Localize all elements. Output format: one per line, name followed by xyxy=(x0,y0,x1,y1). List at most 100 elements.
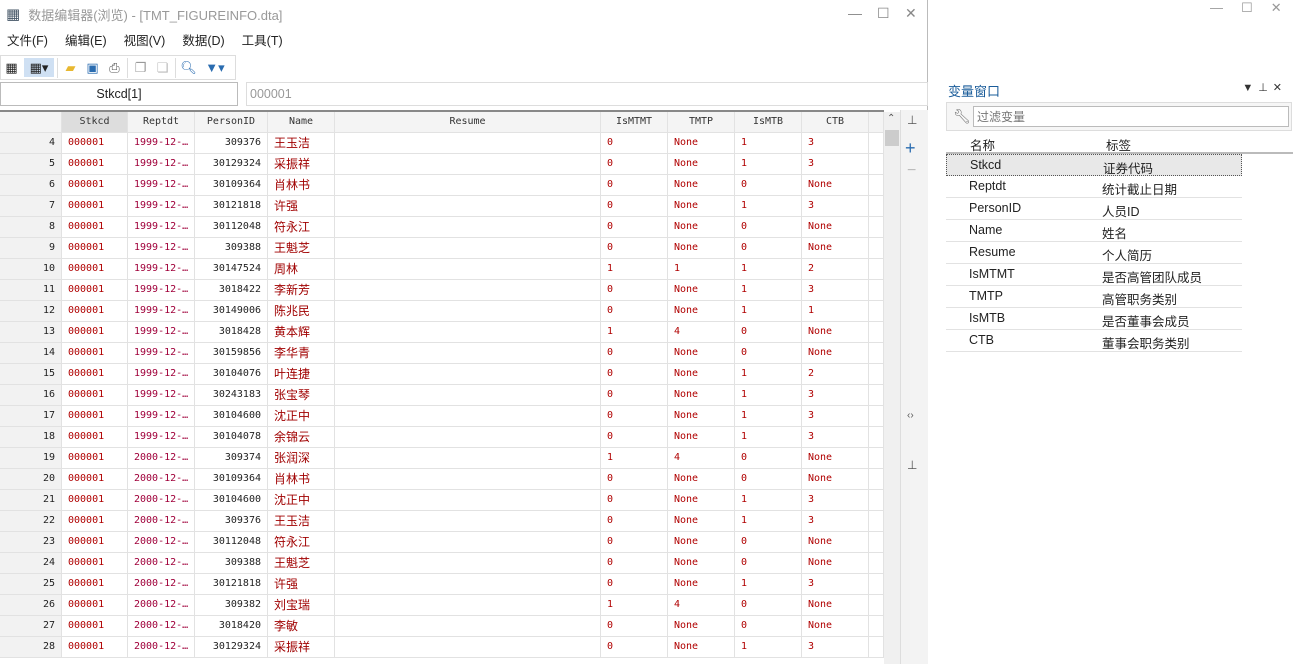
cell-ctb[interactable]: None xyxy=(802,448,869,468)
cell-tmtp[interactable]: None xyxy=(668,196,735,216)
cell-tmtp[interactable]: None xyxy=(668,364,735,384)
cell-stkcd[interactable]: 000001 xyxy=(62,490,128,510)
cell-ismtmt[interactable]: 0 xyxy=(601,637,668,657)
row-number[interactable]: 11 xyxy=(0,280,62,300)
cell-resume[interactable] xyxy=(335,553,601,573)
cell-ctb[interactable]: 2 xyxy=(802,259,869,279)
scroll-thumb[interactable] xyxy=(885,130,899,146)
cell-ismtmt[interactable]: 0 xyxy=(601,301,668,321)
cell-ismtmt[interactable]: 0 xyxy=(601,280,668,300)
table-row[interactable]: 11 000001 1999-12-… 3018422 李新芳 0 None 1 3 xyxy=(0,280,884,301)
cell-stkcd[interactable]: 000001 xyxy=(62,154,128,174)
cell-personid[interactable]: 309376 xyxy=(195,511,268,531)
cell-personid[interactable]: 309388 xyxy=(195,553,268,573)
cell-reptdt[interactable]: 1999-12-… xyxy=(128,427,195,447)
cell-resume[interactable] xyxy=(335,385,601,405)
cell-resume[interactable] xyxy=(335,469,601,489)
cell-stkcd[interactable]: 000001 xyxy=(62,532,128,552)
cell-ismtb[interactable]: 1 xyxy=(735,154,802,174)
cell-ctb[interactable]: None xyxy=(802,532,869,552)
cell-reptdt[interactable]: 1999-12-… xyxy=(128,301,195,321)
cell-name[interactable]: 张宝琴 xyxy=(268,385,335,405)
cell-ismtmt[interactable]: 1 xyxy=(601,322,668,342)
cell-tmtp[interactable]: None xyxy=(668,154,735,174)
menu-edit[interactable]: 编辑(E) xyxy=(65,30,107,52)
table-row[interactable]: 20 000001 2000-12-… 30109364 肖林书 0 None 0 None xyxy=(0,469,884,490)
cell-stkcd[interactable]: 000001 xyxy=(62,616,128,636)
vertical-scrollbar[interactable]: ⌃ xyxy=(884,112,900,664)
cell-name[interactable]: 符永江 xyxy=(268,217,335,237)
cell-reptdt[interactable]: 1999-12-… xyxy=(128,154,195,174)
cell-ismtmt[interactable]: 0 xyxy=(601,343,668,363)
cell-personid[interactable]: 30104600 xyxy=(195,490,268,510)
cell-personid[interactable]: 3018428 xyxy=(195,322,268,342)
cell-ctb[interactable]: 3 xyxy=(802,154,869,174)
row-number[interactable]: 10 xyxy=(0,259,62,279)
cell-stkcd[interactable]: 000001 xyxy=(62,637,128,657)
row-number[interactable]: 13 xyxy=(0,322,62,342)
cell-ismtb[interactable]: 0 xyxy=(735,532,802,552)
cell-resume[interactable] xyxy=(335,616,601,636)
cell-name[interactable]: 李华青 xyxy=(268,343,335,363)
col-header-personid[interactable]: PersonID xyxy=(195,112,268,132)
cell-reptdt[interactable]: 1999-12-… xyxy=(128,385,195,405)
cell-ismtb[interactable]: 1 xyxy=(735,133,802,153)
cell-ismtb[interactable]: 1 xyxy=(735,574,802,594)
table-row[interactable]: 6 000001 1999-12-… 30109364 肖林书 0 None 0 None xyxy=(0,175,884,196)
cell-ismtb[interactable]: 0 xyxy=(735,322,802,342)
cell-tmtp[interactable]: None xyxy=(668,175,735,195)
variable-item[interactable]: TMTP 高管职务类别 xyxy=(946,286,1242,308)
cell-ctb[interactable]: None xyxy=(802,322,869,342)
table-row[interactable]: 10 000001 1999-12-… 30147524 周林 1 1 1 2 xyxy=(0,259,884,280)
cell-ctb[interactable]: 3 xyxy=(802,280,869,300)
row-number[interactable]: 17 xyxy=(0,406,62,426)
cell-resume[interactable] xyxy=(335,574,601,594)
panel-buttons[interactable]: ▼⊥✕ xyxy=(1242,81,1287,94)
col-header-stkcd[interactable]: Stkcd xyxy=(62,112,128,132)
cell-ismtb[interactable]: 1 xyxy=(735,259,802,279)
cell-tmtp[interactable]: None xyxy=(668,133,735,153)
cell-ctb[interactable]: None xyxy=(802,595,869,615)
cell-name[interactable]: 张润深 xyxy=(268,448,335,468)
table-row[interactable]: 4 000001 1999-12-… 309376 王玉洁 0 None 1 3 xyxy=(0,133,884,154)
cell-ismtb[interactable]: 1 xyxy=(735,280,802,300)
cell-ctb[interactable]: 3 xyxy=(802,574,869,594)
filter-variables-input[interactable] xyxy=(973,106,1289,127)
table-row[interactable]: 28 000001 2000-12-… 30129324 采振祥 0 None 1 3 xyxy=(0,637,884,658)
cell-personid[interactable]: 3018422 xyxy=(195,280,268,300)
table-row[interactable]: 18 000001 1999-12-… 30104078 余锦云 0 None 1 3 xyxy=(0,427,884,448)
row-number[interactable]: 22 xyxy=(0,511,62,531)
cell-ctb[interactable]: None xyxy=(802,238,869,258)
table-row[interactable]: 15 000001 1999-12-… 30104076 叶连捷 0 None 1 2 xyxy=(0,364,884,385)
cell-stkcd[interactable]: 000001 xyxy=(62,280,128,300)
cell-tmtp[interactable]: None xyxy=(668,574,735,594)
row-number[interactable]: 15 xyxy=(0,364,62,384)
row-number[interactable]: 24 xyxy=(0,553,62,573)
col-name-header[interactable]: 名称 xyxy=(970,135,995,154)
cell-name[interactable]: 符永江 xyxy=(268,532,335,552)
cell-name[interactable]: 王魁芝 xyxy=(268,553,335,573)
cell-resume[interactable] xyxy=(335,238,601,258)
cell-tmtp[interactable]: None xyxy=(668,532,735,552)
cell-ismtb[interactable]: 1 xyxy=(735,196,802,216)
cell-reptdt[interactable]: 1999-12-… xyxy=(128,196,195,216)
cell-reptdt[interactable]: 1999-12-… xyxy=(128,217,195,237)
row-number[interactable]: 14 xyxy=(0,343,62,363)
table-row[interactable]: 21 000001 2000-12-… 30104600 沈正中 0 None 1 3 xyxy=(0,490,884,511)
table-row[interactable]: 22 000001 2000-12-… 309376 王玉洁 0 None 1 3 xyxy=(0,511,884,532)
cell-reptdt[interactable]: 1999-12-… xyxy=(128,259,195,279)
cell-name[interactable]: 李敏 xyxy=(268,616,335,636)
menu-tools[interactable]: 工具(T) xyxy=(242,30,283,52)
table-row[interactable]: 25 000001 2000-12-… 30121818 许强 0 None 1 3 xyxy=(0,574,884,595)
paste-icon[interactable]: ❏ xyxy=(153,58,172,77)
cell-reptdt[interactable]: 2000-12-… xyxy=(128,574,195,594)
cell-resume[interactable] xyxy=(335,196,601,216)
cell-personid[interactable]: 30109364 xyxy=(195,175,268,195)
cell-name[interactable]: 采振祥 xyxy=(268,637,335,657)
browse-mode-icon[interactable]: ▦▾ xyxy=(24,58,54,77)
cell-personid[interactable]: 309382 xyxy=(195,595,268,615)
cell-ctb[interactable]: 3 xyxy=(802,385,869,405)
table-row[interactable]: 13 000001 1999-12-… 3018428 黄本辉 1 4 0 None xyxy=(0,322,884,343)
variable-item[interactable]: Resume 个人简历 xyxy=(946,242,1242,264)
cell-ctb[interactable]: None xyxy=(802,343,869,363)
